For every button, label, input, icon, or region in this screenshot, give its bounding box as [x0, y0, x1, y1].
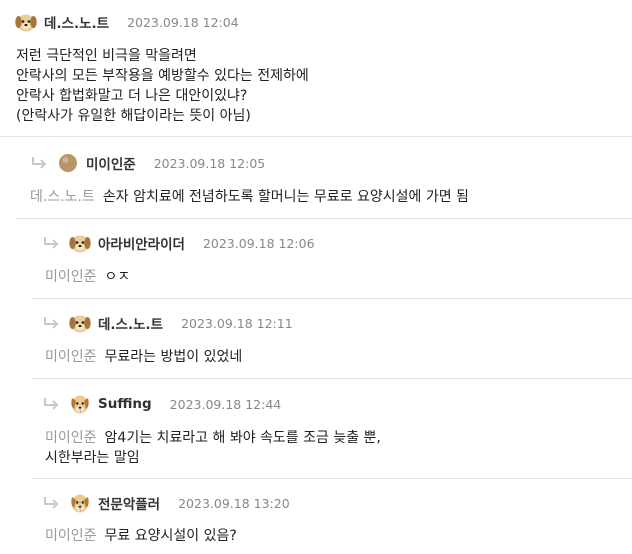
comment-line: 무료라는 방법이 있었네 — [104, 349, 243, 365]
comment-body: 미이인준 암4기는 치료라고 해 봐야 속도를 조금 늦출 뿐, 시한부라는 말임 — [45, 428, 381, 468]
author-nickname[interactable]: 미이인준 — [86, 153, 136, 173]
author-nickname[interactable]: Suffing — [98, 396, 152, 412]
reply-item: 미이인준 2023.09.18 12:05 데.스.노.트 손자 암치료에 전념하… — [0, 137, 632, 217]
reply-item: Suffing 2023.09.18 12:44 미이인준 암4기는 치료라고 해… — [0, 379, 632, 479]
reply-mention[interactable]: 미이인준 — [45, 349, 97, 365]
dog-icon — [68, 491, 92, 515]
comment-header: 전문악플러 2023.09.18 13:20 — [42, 490, 290, 516]
reply-mention[interactable]: 데.스.노.트 — [30, 189, 95, 205]
comment-body: 미이인준 무료 요양시설이 있음? — [45, 526, 237, 546]
reply-item: 전문악플러 2023.09.18 13:20 미이인준 무료 요양시설이 있음? — [0, 479, 632, 554]
reply-arrow-icon — [42, 496, 60, 510]
comment-line: 암4기는 치료라고 해 봐야 속도를 조금 늦출 뿐, — [104, 430, 381, 446]
author-nickname[interactable]: 아라비안라이더 — [98, 233, 185, 253]
reply-item: 아라비안라이더 2023.09.18 12:06 미이인준 ㅇㅈ — [0, 219, 632, 299]
reply-mention[interactable]: 미이인준 — [45, 528, 97, 544]
comment-body: 데.스.노.트 손자 암치료에 전념하도록 할머니는 무료로 요양시설에 가면 됨 — [30, 187, 469, 207]
comment-line: 안락사의 모든 부작용을 예방할수 있다는 전제하에 — [16, 68, 309, 84]
reply-arrow-icon — [42, 316, 60, 330]
reply-mention[interactable]: 미이인준 — [45, 269, 97, 285]
reply-arrow-icon — [30, 156, 48, 170]
author-nickname[interactable]: 데.스.노.트 — [44, 12, 109, 32]
comment-item: 데.스.노.트 2023.09.18 12:04 저런 극단적인 비극을 막을려… — [0, 0, 632, 134]
puppy-icon — [68, 231, 92, 255]
dog-icon — [68, 392, 92, 416]
comment-date: 2023.09.18 13:20 — [178, 495, 290, 511]
comment-body: 미이인준 무료라는 방법이 있었네 — [45, 347, 242, 367]
puppy-icon — [14, 10, 38, 34]
comment-line: 무료 요양시설이 있음? — [104, 528, 237, 544]
comment-date: 2023.09.18 12:04 — [127, 14, 239, 30]
comment-line: 안락사 합법화말고 더 나은 대안이있냐? — [16, 88, 248, 104]
comment-date: 2023.09.18 12:06 — [202, 235, 315, 251]
comment-line: 손자 암치료에 전념하도록 할머니는 무료로 요양시설에 가면 됨 — [102, 189, 469, 205]
comment-header: 데.스.노.트 2023.09.18 12:04 — [14, 9, 239, 35]
comment-header: Suffing 2023.09.18 12:44 — [42, 391, 281, 417]
author-nickname[interactable]: 데.스.노.트 — [98, 313, 163, 333]
comment-header: 데.스.노.트 2023.09.18 12:11 — [42, 310, 293, 336]
comment-line: 저런 극단적인 비극을 막을려면 — [16, 48, 197, 64]
comment-line: ㅇㅈ — [104, 269, 131, 285]
ball-avatar — [56, 151, 80, 175]
reply-arrow-icon — [42, 397, 60, 411]
puppy-icon — [68, 311, 92, 335]
comment-date: 2023.09.18 12:44 — [169, 396, 282, 412]
reply-arrow-icon — [42, 236, 60, 250]
reply-item: 데.스.노.트 2023.09.18 12:11 미이인준 무료라는 방법이 있었… — [0, 299, 632, 379]
comment-body: 미이인준 ㅇㅈ — [45, 267, 130, 287]
comment-body: 저런 극단적인 비극을 막을려면안락사의 모든 부작용을 예방할수 있다는 전제… — [16, 46, 309, 126]
comment-header: 아라비안라이더 2023.09.18 12:06 — [42, 230, 315, 256]
reply-mention[interactable]: 미이인준 — [45, 430, 97, 446]
comment-date: 2023.09.18 12:11 — [181, 315, 293, 331]
comment-date: 2023.09.18 12:05 — [153, 155, 266, 171]
author-nickname[interactable]: 전문악플러 — [98, 493, 160, 513]
comment-line: (안락사가 유일한 해답이라는 뜻이 아님) — [16, 108, 251, 124]
comment-line: 시한부라는 말임 — [45, 450, 140, 466]
comment-header: 미이인준 2023.09.18 12:05 — [30, 150, 265, 176]
